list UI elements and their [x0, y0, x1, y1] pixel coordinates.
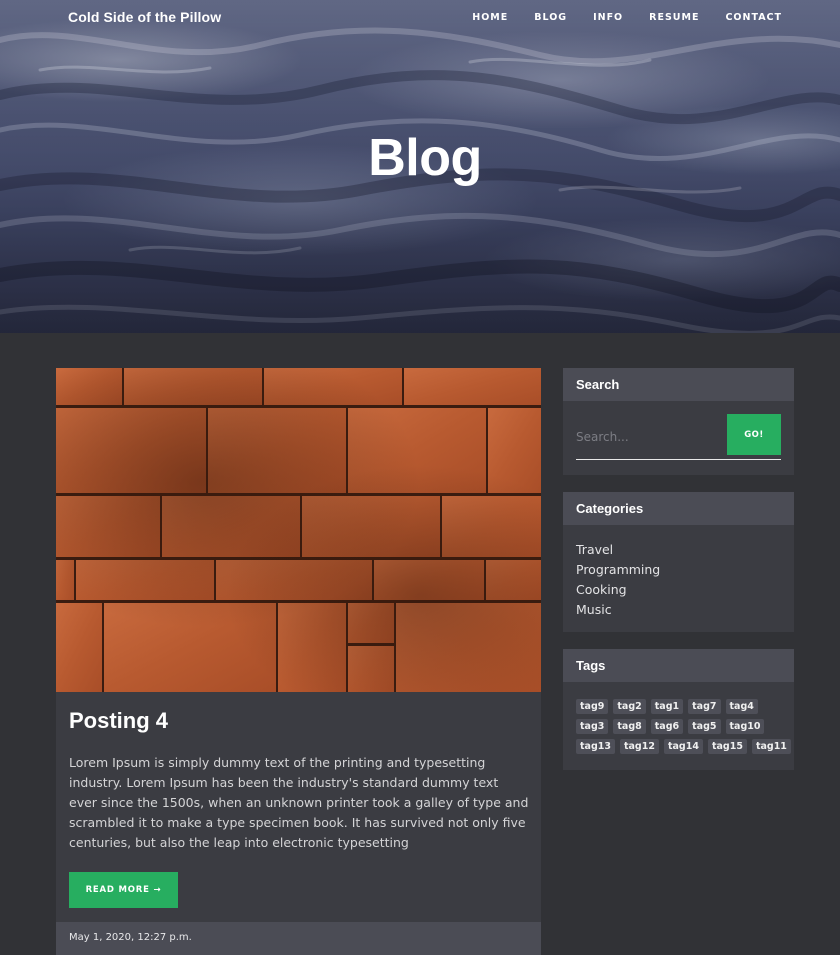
post-date: May 1, 2020, 12:27 p.m. — [69, 932, 192, 943]
tags-widget-title: Tags — [563, 649, 794, 682]
tag-chip[interactable]: tag7 — [688, 699, 721, 714]
category-music[interactable]: Music — [576, 600, 781, 620]
tag-chip[interactable]: tag1 — [650, 699, 684, 714]
post-excerpt: Lorem Ipsum is simply dummy text of the … — [69, 755, 529, 850]
tag-chip[interactable]: tag15 — [707, 739, 747, 754]
tag-chip[interactable]: tag2 — [613, 699, 646, 714]
category-travel[interactable]: Travel — [576, 540, 781, 560]
post-title[interactable]: Posting 4 — [69, 708, 168, 734]
hero-banner: Cold Side of the Pillow HOME BLOG INFO R… — [0, 0, 840, 333]
search-widget: Search GO! — [563, 368, 794, 475]
tags-widget: Tags tag9 tag2 tag1 tag7 tag4 tag3 tag8 … — [563, 649, 794, 770]
page-title: Blog — [368, 129, 482, 187]
tag-chip[interactable]: tag9 — [576, 699, 609, 714]
tag-chip[interactable]: tag10 — [725, 719, 765, 734]
categories-widget: Categories Travel Programming Cooking Mu… — [563, 492, 794, 632]
nav-blog[interactable]: BLOG — [534, 12, 567, 23]
nav-info[interactable]: INFO — [593, 12, 623, 23]
tag-chip[interactable]: tag12 — [619, 739, 659, 754]
category-list: Travel Programming Cooking Music — [563, 525, 794, 620]
nav-resume[interactable]: RESUME — [649, 12, 699, 23]
read-more-button[interactable]: READ MORE → — [69, 872, 178, 908]
tag-cloud: tag9 tag2 tag1 tag7 tag4 tag3 tag8 tag6 … — [576, 699, 791, 754]
category-programming[interactable]: Programming — [576, 560, 781, 580]
brick-wall-image[interactable] — [56, 368, 541, 692]
search-widget-title: Search — [563, 368, 794, 401]
tag-chip[interactable]: tag8 — [613, 719, 646, 734]
nav-contact[interactable]: CONTACT — [725, 12, 782, 23]
category-cooking[interactable]: Cooking — [576, 580, 781, 600]
tag-chip[interactable]: tag5 — [688, 719, 721, 734]
tag-chip[interactable]: tag3 — [576, 719, 609, 734]
search-go-button[interactable]: GO! — [727, 414, 781, 455]
post-footer: May 1, 2020, 12:27 p.m. — [56, 922, 541, 955]
blog-post-card: Posting 4 Lorem Ipsum is simply dummy te… — [56, 368, 541, 955]
nav-home[interactable]: HOME — [472, 12, 508, 23]
site-brand[interactable]: Cold Side of the Pillow — [68, 9, 221, 25]
tag-chip[interactable]: tag14 — [663, 739, 703, 754]
categories-widget-title: Categories — [563, 492, 794, 525]
tag-chip[interactable]: tag11 — [751, 739, 791, 754]
tag-chip[interactable]: tag6 — [650, 719, 684, 734]
main-nav: HOME BLOG INFO RESUME CONTACT — [472, 12, 782, 23]
tag-chip[interactable]: tag4 — [725, 699, 758, 714]
tag-chip[interactable]: tag13 — [576, 739, 615, 754]
